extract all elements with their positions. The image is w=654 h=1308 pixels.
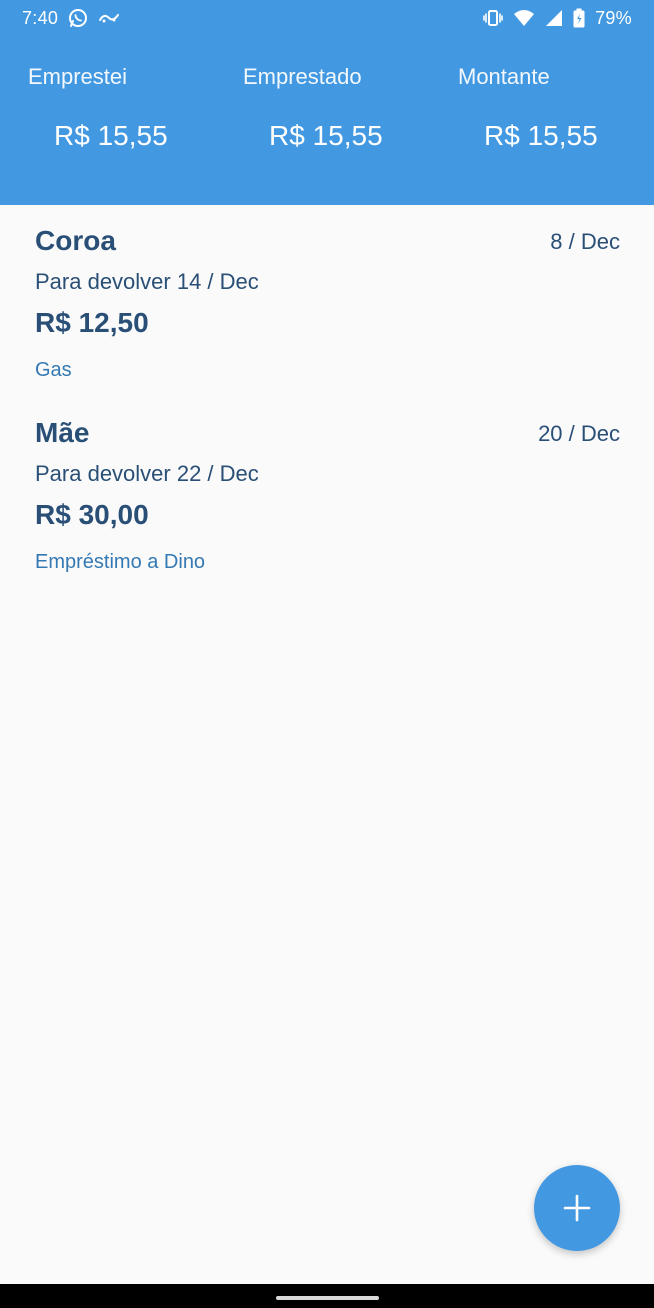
loan-list: Coroa 8 / Dec Para devolver 14 / Dec R$ … — [0, 205, 654, 589]
loan-amount: R$ 30,00 — [35, 499, 149, 530]
loan-note: Gas — [35, 359, 72, 381]
status-bar: 7:40 79% — [0, 0, 654, 36]
list-item[interactable]: Mãe 20 / Dec Para devolver 22 / Dec R$ 3… — [0, 397, 654, 589]
list-item[interactable]: Coroa 8 / Dec Para devolver 14 / Dec R$ … — [0, 205, 654, 397]
status-right: 79% — [483, 8, 632, 29]
status-time: 7:40 — [22, 7, 59, 28]
app-notification-icon — [98, 11, 120, 25]
summary-lent-label: Emprestei — [28, 64, 128, 89]
header: 7:40 79% Emprestei R$ 15,55 Emprestado R… — [0, 0, 654, 205]
summary-lent-value: R$ 15,55 — [54, 120, 168, 151]
navigation-bar — [0, 1284, 654, 1308]
summary: Emprestei R$ 15,55 Emprestado R$ 15,55 M… — [0, 56, 654, 166]
battery-percent: 79% — [595, 7, 632, 28]
loan-return-date: Para devolver 14 / Dec — [35, 269, 259, 294]
loan-name: Coroa — [35, 225, 116, 256]
add-loan-button[interactable] — [534, 1165, 620, 1251]
app-screen: 7:40 79% Emprestei R$ 15,55 Emprestado R… — [0, 0, 654, 1308]
home-gesture-handle[interactable] — [276, 1296, 379, 1300]
loan-date: 20 / Dec — [538, 421, 620, 446]
loan-amount: R$ 12,50 — [35, 307, 149, 338]
summary-borrowed-value: R$ 15,55 — [269, 120, 383, 151]
summary-total-label: Montante — [458, 64, 550, 89]
loan-name: Mãe — [35, 417, 90, 448]
plus-icon — [562, 1193, 592, 1223]
summary-borrowed-label: Emprestado — [243, 64, 362, 89]
battery-icon — [573, 8, 585, 28]
status-left: 7:40 — [22, 8, 120, 29]
summary-total-value: R$ 15,55 — [484, 120, 598, 151]
signal-icon — [545, 9, 563, 27]
whatsapp-icon — [68, 8, 88, 28]
loan-note: Empréstimo a Dino — [35, 551, 206, 573]
loan-date: 8 / Dec — [550, 229, 620, 254]
vibrate-icon — [483, 9, 503, 27]
loan-return-date: Para devolver 22 / Dec — [35, 461, 259, 486]
wifi-icon — [513, 9, 535, 27]
